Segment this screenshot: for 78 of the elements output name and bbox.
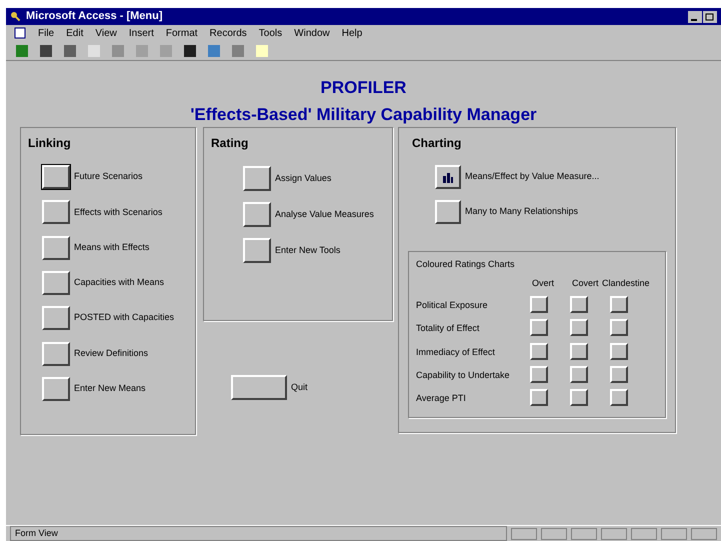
bar-chart-icon <box>442 172 454 182</box>
status-text: Form View <box>10 526 507 541</box>
menu-item[interactable]: Edit <box>66 26 84 40</box>
button-caption: Analyse Value Measures <box>275 208 374 221</box>
chart-option-button[interactable] <box>530 319 548 336</box>
button-caption: Future Scenarios <box>74 170 143 184</box>
menu-item[interactable]: File <box>38 26 54 40</box>
menu-item[interactable]: Window <box>294 26 330 40</box>
menu-item[interactable]: Records <box>210 26 247 40</box>
button-caption: Enter New Tools <box>275 244 340 257</box>
row-label: Capability to Undertake <box>416 368 510 382</box>
form-icon[interactable] <box>14 27 26 39</box>
command-button[interactable] <box>243 166 271 191</box>
menu-item[interactable]: Insert <box>128 26 154 40</box>
window-title: Microsoft Access - [Menu] <box>26 9 163 24</box>
form-subtitle: 'Effects-Based' Military Capability Manager <box>190 104 537 126</box>
status-panel <box>661 528 687 540</box>
row-label: Average PTI <box>416 392 466 406</box>
restore-icon[interactable] <box>703 10 717 22</box>
button-caption: POSTED with Capacities <box>74 311 174 324</box>
frame-label: Coloured Ratings Charts <box>416 258 515 271</box>
button-caption: Effects with Scenarios <box>74 206 162 219</box>
button-caption: Enter New Means <box>74 382 146 396</box>
quit-button[interactable] <box>231 375 287 400</box>
chart-option-button[interactable] <box>570 389 588 406</box>
button-caption: Quit <box>291 380 308 394</box>
chart-option-button[interactable] <box>530 389 548 406</box>
frame-label: Charting <box>412 135 462 152</box>
chart-option-button[interactable] <box>610 296 628 313</box>
chart-button[interactable] <box>435 165 461 189</box>
button-caption: Review Definitions <box>74 346 148 360</box>
command-button[interactable] <box>42 306 70 330</box>
frame-label: Linking <box>28 135 71 152</box>
chart-option-button[interactable] <box>570 319 588 336</box>
command-button[interactable] <box>42 270 70 295</box>
command-button[interactable] <box>42 376 70 401</box>
column-header: Overt <box>532 277 554 290</box>
chart-option-button[interactable] <box>570 296 588 313</box>
menu-item[interactable]: Tools <box>258 26 282 40</box>
status-panel <box>691 528 717 540</box>
form-title: PROFILER <box>320 77 406 98</box>
chart-option-button[interactable] <box>610 342 628 360</box>
chart-option-button[interactable] <box>610 389 628 406</box>
status-panel <box>571 528 597 540</box>
command-button[interactable] <box>42 342 70 366</box>
status-panel <box>631 528 657 540</box>
command-button[interactable] <box>42 165 70 189</box>
button-caption: Assign Values <box>275 172 332 185</box>
chart-option-button[interactable] <box>530 366 548 383</box>
minimize-icon[interactable] <box>688 10 702 22</box>
chart-option-button[interactable] <box>530 342 548 360</box>
button-caption: Many to Many Relationships <box>465 205 578 218</box>
menu-item[interactable]: Help <box>342 26 362 40</box>
menu-item[interactable]: View <box>95 26 117 40</box>
row-label: Immediacy of Effect <box>416 346 495 359</box>
button-caption: Means with Effects <box>74 240 150 254</box>
command-button[interactable] <box>243 238 271 263</box>
chart-option-button[interactable] <box>610 366 628 383</box>
chart-option-button[interactable] <box>570 342 588 360</box>
row-label: Political Exposure <box>416 299 488 312</box>
command-button[interactable] <box>435 200 461 224</box>
command-button[interactable] <box>42 236 70 260</box>
button-caption: Means/Effect by Value Measure... <box>465 170 600 184</box>
button-caption: Capacities with Means <box>74 276 164 290</box>
key-icon <box>10 10 22 22</box>
column-header: Covert <box>572 277 599 290</box>
command-button[interactable] <box>42 200 70 224</box>
status-panel <box>511 528 537 540</box>
frame-label: Rating <box>211 135 248 152</box>
chart-option-button[interactable] <box>610 319 628 336</box>
menu-item[interactable]: Format <box>166 26 198 40</box>
chart-option-button[interactable] <box>530 296 548 313</box>
status-panel <box>601 528 627 540</box>
status-panel <box>541 528 567 540</box>
column-header: Clandestine <box>602 277 650 290</box>
row-label: Totality of Effect <box>416 322 480 336</box>
command-button[interactable] <box>243 202 271 227</box>
chart-option-button[interactable] <box>570 366 588 383</box>
